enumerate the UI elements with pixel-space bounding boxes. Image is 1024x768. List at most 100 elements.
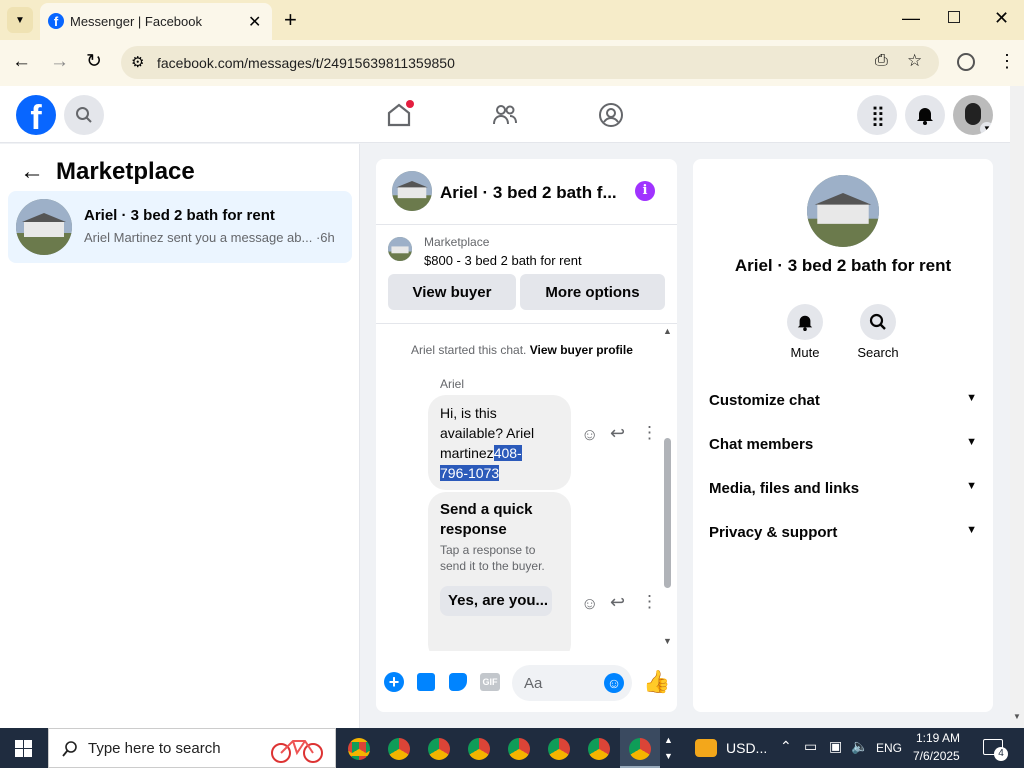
view-buyer-profile-link[interactable]: View buyer profile xyxy=(530,343,633,357)
chrome-app-icon[interactable] xyxy=(588,738,610,760)
message-input[interactable]: Aa ☺ xyxy=(512,665,632,701)
media-files-links-section[interactable]: Media, files and links ▼ xyxy=(709,480,977,504)
windows-start-icon[interactable] xyxy=(15,740,32,757)
chat-title[interactable]: Ariel · 3 bed 2 bath f... xyxy=(440,183,617,203)
account-avatar[interactable]: ▼ xyxy=(953,95,993,135)
bookmark-star-icon[interactable]: ☆ xyxy=(907,51,922,71)
search-button[interactable] xyxy=(64,95,104,135)
groups-tab[interactable] xyxy=(598,102,624,128)
react-emoji-icon[interactable]: ☺ xyxy=(581,425,598,445)
message-thread: Ariel started this chat. View buyer prof… xyxy=(376,324,677,651)
chat-info-button[interactable]: i xyxy=(635,181,655,201)
conversation-time: ·6h xyxy=(315,230,335,245)
photo-icon[interactable] xyxy=(417,673,435,691)
forward-icon[interactable]: → xyxy=(50,51,69,73)
browser-menu-icon[interactable]: ⋮ xyxy=(998,51,1016,72)
omnibox[interactable]: ⚙ facebook.com/messages/t/24915639811359… xyxy=(121,46,939,79)
back-arrow-icon[interactable]: ← xyxy=(20,158,44,186)
clock-date[interactable]: 7/6/2025 xyxy=(913,749,960,763)
more-options-button[interactable]: More options xyxy=(520,274,665,310)
tray-chevron-up-icon[interactable]: ⌃ xyxy=(780,738,792,755)
close-window-button[interactable]: ✕ xyxy=(994,8,1009,29)
listing-title[interactable]: $800 - 3 bed 2 bath for rent xyxy=(424,253,582,268)
chrome-active-app[interactable] xyxy=(620,728,660,768)
clock-time[interactable]: 1:19 AM xyxy=(916,731,960,745)
taskbar-search-box[interactable]: Type here to search xyxy=(48,728,336,768)
browser-tab[interactable]: f Messenger | Facebook ✕ xyxy=(40,3,272,40)
restore-button[interactable] xyxy=(948,11,960,23)
notifications-button[interactable] xyxy=(905,95,945,135)
network-icon[interactable]: ▭ xyxy=(804,738,817,755)
message-input-placeholder: Aa xyxy=(524,675,543,692)
site-info-icon[interactable]: ⚙ xyxy=(131,53,144,71)
message-bubble[interactable]: Hi, is this available? Ariel martinez408… xyxy=(428,395,571,490)
search-icon xyxy=(76,107,92,123)
back-icon[interactable]: ← xyxy=(12,51,31,73)
selected-phone-text: 408- xyxy=(493,445,522,461)
chrome-app-icon[interactable] xyxy=(508,738,530,760)
page-scrollbar[interactable]: ▼ xyxy=(1010,86,1024,728)
quick-response-title: Send a quick response xyxy=(440,501,533,538)
chrome-app-icon[interactable] xyxy=(468,738,490,760)
view-buyer-button[interactable]: View buyer xyxy=(388,274,516,310)
notification-dot xyxy=(406,100,414,108)
chrome-app-icon[interactable] xyxy=(348,738,370,760)
conversation-list-panel: ← Marketplace Ariel · 3 bed 2 bath for r… xyxy=(0,144,360,728)
reload-icon[interactable]: ↻ xyxy=(86,50,102,73)
scroll-down-arrow-icon[interactable]: ▼ xyxy=(663,636,672,646)
marketplace-label: Marketplace xyxy=(424,235,490,249)
chat-avatar[interactable] xyxy=(392,171,432,211)
profile-icon[interactable] xyxy=(957,53,975,71)
like-thumb-icon[interactable]: 👍 xyxy=(643,669,670,695)
more-actions-plus-icon[interactable]: + xyxy=(384,672,404,692)
language-indicator[interactable]: ENG xyxy=(876,741,902,755)
more-actions-icon[interactable]: ⋮ xyxy=(641,423,658,443)
facebook-logo-icon[interactable]: f xyxy=(16,95,56,135)
friends-tab[interactable] xyxy=(492,102,518,128)
chrome-app-icon[interactable] xyxy=(388,738,410,760)
url-text[interactable]: facebook.com/messages/t/2491563981135985… xyxy=(157,55,455,71)
scroll-down-arrow-icon[interactable]: ▼ xyxy=(1013,712,1021,721)
quick-reply-button[interactable]: Yes, are you... xyxy=(440,586,552,616)
composer: + GIF Aa ☺ 👍 xyxy=(376,659,677,706)
new-tab-button[interactable]: + xyxy=(284,7,297,33)
facebook-favicon-icon: f xyxy=(48,13,64,29)
reply-icon-2[interactable]: ↩ xyxy=(610,592,625,613)
tab-list-button[interactable]: ▼ xyxy=(7,7,33,33)
menu-button[interactable]: ⣿ xyxy=(857,95,897,135)
conversation-item[interactable]: Ariel · 3 bed 2 bath for rent Ariel Mart… xyxy=(8,191,352,263)
minimize-button[interactable]: — xyxy=(902,8,920,29)
sticker-icon[interactable] xyxy=(449,673,467,691)
search-in-chat-button[interactable]: Search xyxy=(855,304,901,360)
currency-widget-label[interactable]: USD... xyxy=(726,740,767,756)
camera-icon[interactable]: ▣ xyxy=(829,738,842,755)
home-tab[interactable] xyxy=(386,100,414,128)
grid-menu-icon: ⣿ xyxy=(870,104,886,127)
chrome-app-icon[interactable] xyxy=(428,738,450,760)
friends-icon xyxy=(493,105,517,125)
emoji-icon[interactable]: ☺ xyxy=(604,673,624,693)
close-tab-icon[interactable]: ✕ xyxy=(248,12,261,32)
taskbar-scroll-arrows[interactable]: ▲ ▼ xyxy=(664,732,673,764)
sender-name: Ariel xyxy=(440,377,465,391)
thread-scrollbar[interactable]: ▲ ▼ xyxy=(663,326,673,648)
privacy-support-section[interactable]: Privacy & support ▼ xyxy=(709,524,977,548)
search-icon xyxy=(869,313,886,330)
scroll-thumb[interactable] xyxy=(664,438,671,588)
react-emoji-icon-2[interactable]: ☺ xyxy=(581,594,598,614)
reply-icon[interactable]: ↩ xyxy=(610,423,625,444)
quick-response-subtitle: Tap a response to send it to the buyer. xyxy=(440,543,545,573)
browser-tab-strip: ▼ f Messenger | Facebook ✕ + — ✕ xyxy=(0,0,1024,40)
volume-icon[interactable]: 🔈 xyxy=(851,738,868,755)
customize-chat-section[interactable]: Customize chat ▼ xyxy=(709,392,977,416)
more-actions-icon-2[interactable]: ⋮ xyxy=(641,592,658,612)
chrome-app-icon[interactable] xyxy=(548,738,570,760)
install-app-icon[interactable]: ⎙ xyxy=(875,52,888,70)
bell-icon xyxy=(917,108,933,125)
chat-members-section[interactable]: Chat members ▼ xyxy=(709,436,977,460)
listing-thumbnail xyxy=(16,199,72,255)
mute-button[interactable]: Mute xyxy=(785,304,825,360)
quick-response-card: Send a quick response Tap a response to … xyxy=(428,492,571,651)
gif-icon[interactable]: GIF xyxy=(480,673,500,691)
scroll-up-arrow-icon[interactable]: ▲ xyxy=(663,326,672,336)
